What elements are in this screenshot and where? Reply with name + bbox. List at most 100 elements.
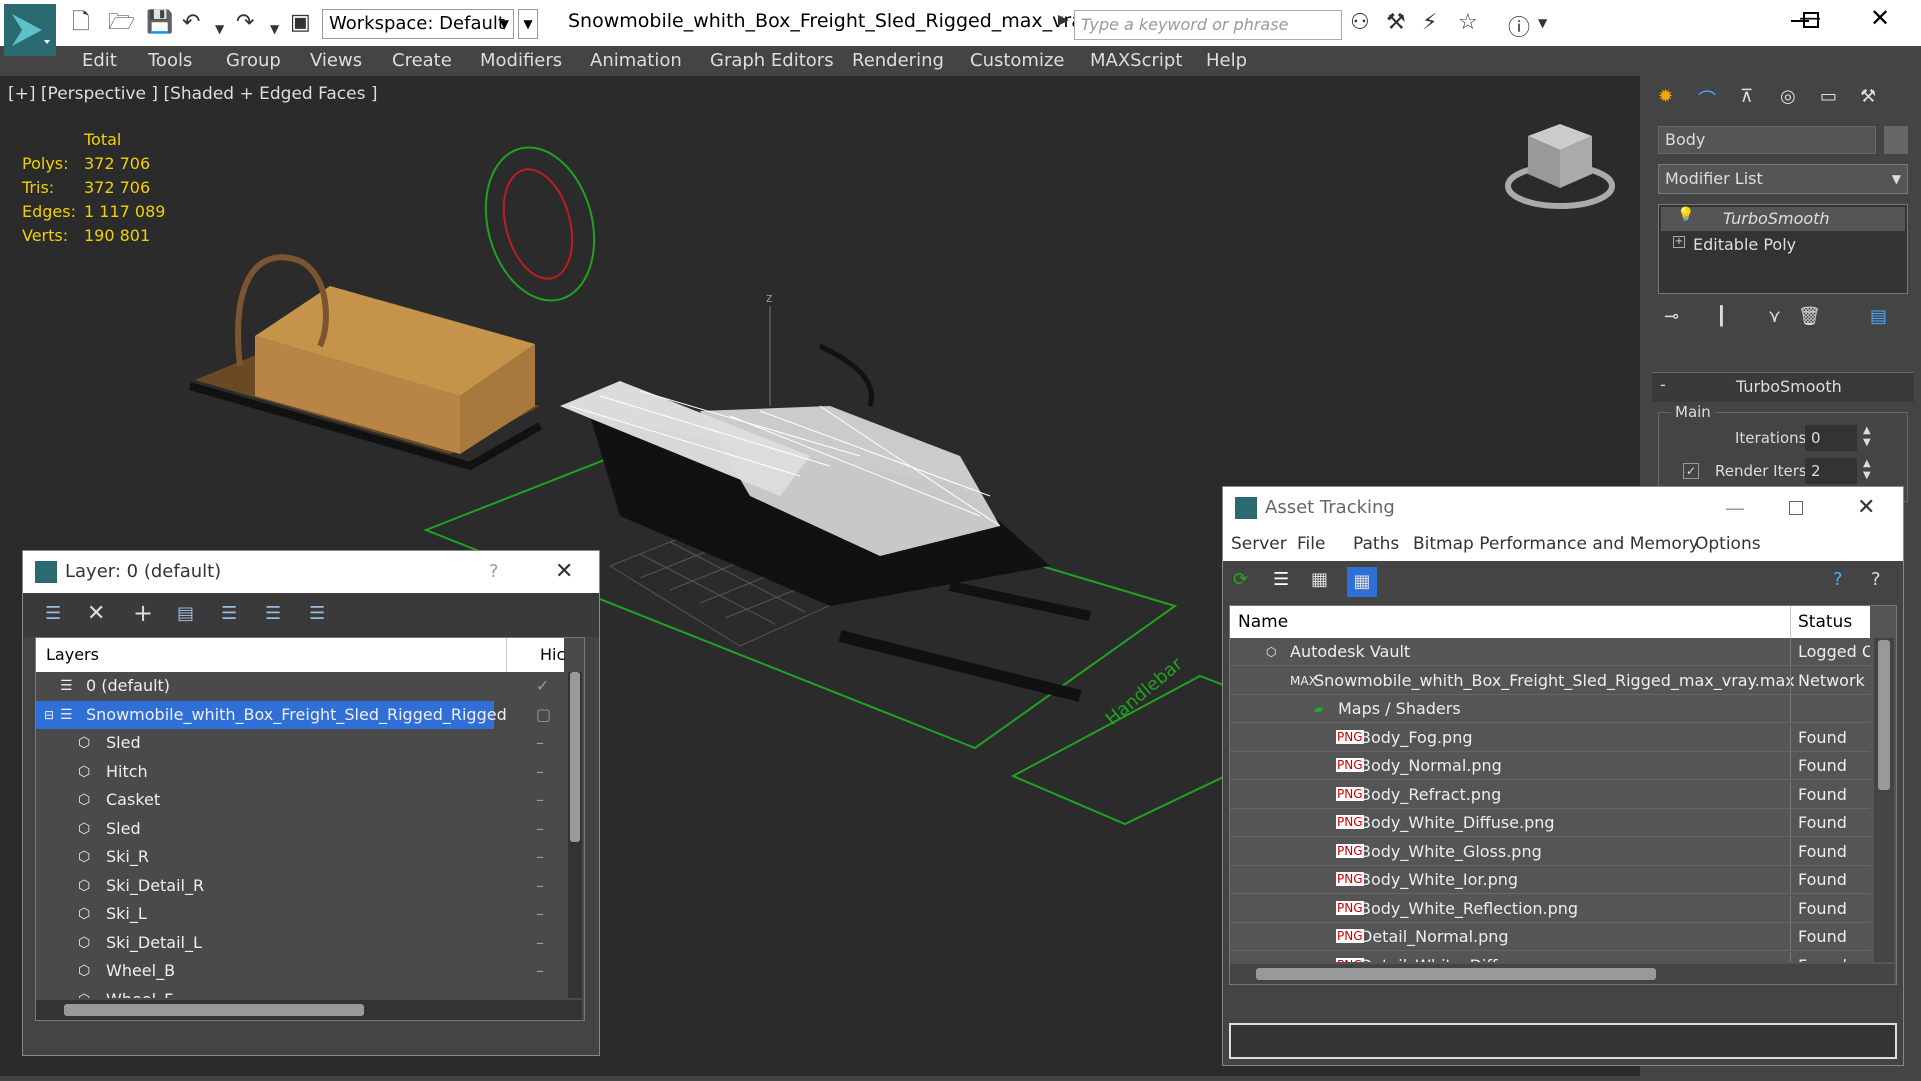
layer-row[interactable]: ☰ Snowmobile_whith_Box_Freight_Sled_Rigge… (36, 700, 551, 729)
menu-edit[interactable]: Edit (82, 50, 117, 71)
app-logo-icon[interactable] (4, 4, 56, 56)
favorites-star-icon[interactable]: ☆ (1458, 10, 1478, 35)
select-objects-icon[interactable]: ▤ (177, 603, 194, 624)
col-hide[interactable]: Hic (540, 638, 565, 672)
hide-toggle[interactable]: – (536, 786, 544, 814)
asset-menu-server[interactable]: Server (1231, 534, 1287, 554)
layer-row[interactable]: ⬡ Ski_Detail_R – (36, 872, 564, 900)
delete-layer-icon[interactable]: ✕ (87, 601, 105, 626)
collapse-icon[interactable]: ⊟ (44, 701, 54, 729)
layer-row[interactable]: ⬡ Sled – (36, 729, 564, 757)
create-tab-icon[interactable]: ✹ (1658, 86, 1673, 107)
stack-item-turbosmooth[interactable]: TurboSmooth (1661, 207, 1905, 231)
layer-row[interactable]: ⬡ Casket – (36, 786, 564, 814)
hide-toggle[interactable]: – (536, 729, 544, 757)
show-end-result-icon[interactable]: ┃ (1716, 306, 1727, 327)
object-name-field[interactable]: Body (1658, 126, 1876, 154)
options-help-icon[interactable]: ? (1871, 569, 1881, 590)
asset-row[interactable]: PNG Body_White_Ior.png Found (1230, 866, 1870, 894)
hide-toggle[interactable]: – (536, 872, 544, 900)
asset-row[interactable]: PNG Detail_Normal.png Found (1230, 923, 1870, 951)
render-iters-spinner[interactable]: ▲ ▼ (1863, 458, 1871, 482)
asset-menu-options[interactable]: Options (1695, 534, 1761, 554)
help-icon[interactable]: ? (1833, 569, 1843, 590)
new-file-icon[interactable]: 🗋 (72, 10, 90, 36)
add-to-layer-icon[interactable]: + (133, 599, 153, 627)
layer-row[interactable]: ☰ 0 (default) ✓ (36, 672, 564, 700)
remove-modifier-icon[interactable]: 🗑 (1798, 306, 1821, 327)
layer-row[interactable]: ⬡ Ski_L – (36, 900, 564, 928)
hide-toggle[interactable]: – (536, 929, 544, 957)
motion-tab-icon[interactable]: ◎ (1780, 86, 1796, 107)
redo-dropdown-icon[interactable]: ▼ (270, 16, 279, 42)
create-layer-icon[interactable]: ☰ (45, 603, 61, 624)
modify-tab-icon[interactable]: ⌒ (1698, 86, 1716, 112)
layer-row[interactable]: ⬡ Hitch – (36, 758, 564, 786)
horizontal-scrollbar[interactable] (36, 1000, 582, 1020)
workspace-dropdown[interactable]: Workspace: Default ▼ (322, 9, 514, 39)
close-icon[interactable]: ✕ (555, 551, 573, 593)
layer-row[interactable]: ⬡ Ski_R – (36, 843, 564, 871)
menu-rendering[interactable]: Rendering (852, 50, 944, 71)
asset-row[interactable]: ▰ Maps / Shaders (1230, 695, 1870, 723)
hide-toggle[interactable]: – (536, 986, 544, 999)
stack-item-editable-poly[interactable]: Editable Poly (1661, 233, 1905, 257)
menu-modifiers[interactable]: Modifiers (480, 50, 562, 71)
asset-dialog-titlebar[interactable]: Asset Tracking — ✕ (1223, 487, 1903, 529)
redo-icon[interactable]: ↷ (236, 10, 254, 36)
freeze-all-icon[interactable]: ☰ (309, 603, 325, 624)
project-folder-icon[interactable]: ▣ (290, 10, 311, 36)
configure-sets-icon[interactable]: ▤ (1870, 306, 1887, 327)
undo-icon[interactable]: ↶ (182, 10, 200, 36)
thumbnail-view-icon[interactable]: ▦ (1311, 569, 1328, 590)
signin-icon[interactable]: ⚡ (1422, 10, 1437, 35)
tools-icon[interactable]: ⚒ (1386, 10, 1406, 35)
horizontal-scrollbar[interactable] (1230, 964, 1894, 984)
save-file-icon[interactable]: 💾 (146, 10, 173, 36)
asset-row[interactable]: MAX Snowmobile_whith_Box_Freight_Sled_Rig… (1230, 666, 1870, 695)
asset-row[interactable]: PNGDetail_White_Diffuse.pngFound (1230, 951, 1870, 962)
asset-path-field[interactable] (1229, 1023, 1897, 1059)
expand-arrow-icon[interactable]: ▶ (1058, 12, 1069, 28)
asset-row[interactable]: ⬡ Autodesk Vault Logged Out (1230, 638, 1870, 666)
asset-menu-file[interactable]: File (1297, 534, 1325, 554)
iterations-spinner[interactable]: ▲ ▼ (1863, 425, 1871, 449)
minimize-icon[interactable]: — (1725, 487, 1745, 529)
asset-row[interactable]: PNG Body_White_Diffuse.png Found (1230, 809, 1870, 837)
utilities-tab-icon[interactable]: ⚒ (1860, 86, 1876, 107)
current-layer-check-icon[interactable]: ✓ (536, 672, 549, 700)
asset-row[interactable]: PNG Body_Fog.png Found (1230, 723, 1870, 752)
close-icon[interactable]: ✕ (1857, 487, 1875, 529)
layer-row[interactable]: ⬡ Wheel_F – (36, 986, 564, 999)
layer-row[interactable]: ⬡ Ski_Detail_L – (36, 929, 564, 957)
expand-plus-icon[interactable]: + (1673, 236, 1685, 248)
hide-toggle[interactable]: ▢ (536, 701, 551, 729)
close-window-icon[interactable]: ✕ (1870, 4, 1890, 32)
iterations-input[interactable]: 0 (1805, 425, 1857, 451)
col-status[interactable]: Status (1798, 606, 1852, 638)
layer-row[interactable]: ⬡ Sled – (36, 815, 564, 843)
table-view-icon[interactable]: ▦ (1347, 567, 1377, 597)
asset-row[interactable]: PNG Body_White_Reflection.png Found (1230, 894, 1870, 923)
hide-toggle[interactable]: – (536, 900, 544, 928)
vertical-scrollbar[interactable] (568, 672, 582, 998)
undo-dropdown-icon[interactable]: ▼ (215, 16, 224, 42)
menu-views[interactable]: Views (310, 50, 362, 71)
make-unique-icon[interactable]: ⋎ (1768, 306, 1781, 327)
asset-row[interactable]: PNG Body_Refract.png Found (1230, 780, 1870, 809)
display-tab-icon[interactable]: ▭ (1820, 86, 1837, 107)
highlight-layer-icon[interactable]: ☰ (221, 603, 237, 624)
help-button[interactable]: ? (489, 551, 499, 593)
menu-create[interactable]: Create (392, 50, 452, 71)
maximize-icon[interactable] (1803, 12, 1819, 28)
asset-row[interactable]: PNG Body_White_Gloss.png Found (1230, 837, 1870, 866)
menu-help[interactable]: Help (1206, 50, 1247, 71)
search-input[interactable]: Type a keyword or phrase (1074, 10, 1342, 40)
asset-menu-bitmap-performance-and-memory[interactable]: Bitmap Performance and Memory (1413, 534, 1699, 554)
hide-toggle[interactable]: – (536, 758, 544, 786)
hide-toggle[interactable]: – (536, 957, 544, 985)
modifier-list-dropdown[interactable]: Modifier List ▼ (1658, 164, 1908, 194)
hide-toggle[interactable]: – (536, 815, 544, 843)
hide-all-icon[interactable]: ☰ (265, 603, 281, 624)
binoculars-icon[interactable]: ⚇ (1350, 10, 1370, 35)
